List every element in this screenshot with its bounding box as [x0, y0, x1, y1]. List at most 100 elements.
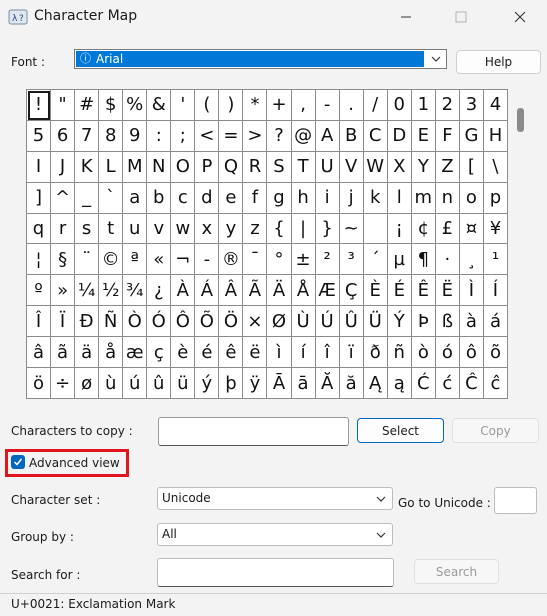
character-cell[interactable]: ć [435, 368, 460, 399]
character-cell[interactable]: ¤ [459, 213, 484, 245]
character-cell[interactable]: ° [267, 244, 292, 276]
character-cell[interactable]: n [435, 182, 460, 214]
character-cell[interactable]: ú [123, 368, 148, 399]
character-cell[interactable]: Ñ [99, 306, 124, 338]
character-cell[interactable]: à [459, 306, 484, 338]
character-cell[interactable]: ) [219, 90, 244, 121]
character-cell[interactable]: X [387, 151, 412, 183]
character-cell[interactable]: 3 [459, 90, 484, 121]
character-cell[interactable]: þ [219, 368, 244, 399]
character-cell[interactable]: > [243, 120, 268, 152]
character-cell[interactable]: ? [267, 120, 292, 152]
character-cell[interactable]: m [411, 182, 436, 214]
character-cell[interactable]: + [267, 90, 292, 121]
character-cell[interactable]: Ô [171, 306, 196, 338]
character-cell[interactable]: & [147, 90, 172, 121]
character-cell[interactable]: U [315, 151, 340, 183]
character-cell[interactable]: é [195, 337, 220, 369]
character-cell[interactable]: æ [123, 337, 148, 369]
character-cell[interactable]: ç [147, 337, 172, 369]
character-cell[interactable]: õ [483, 337, 508, 369]
character-cell[interactable]: s [75, 213, 100, 245]
character-cell[interactable]: Ç [339, 275, 364, 307]
character-cell[interactable]: j [339, 182, 364, 214]
character-cell[interactable]: ï [339, 337, 364, 369]
character-cell[interactable]: Û [339, 306, 364, 338]
character-cell[interactable]: 9 [123, 120, 148, 152]
character-cell[interactable]: Q [219, 151, 244, 183]
character-cell[interactable]: ā [291, 368, 316, 399]
close-button[interactable] [497, 0, 543, 34]
character-cell[interactable]: ¥ [483, 213, 508, 245]
character-cell[interactable]: ÷ [51, 368, 76, 399]
character-cell[interactable]: b [147, 182, 172, 214]
character-cell[interactable]: q [27, 213, 52, 245]
character-cell[interactable]: Ã [243, 275, 268, 307]
character-cell[interactable]: L [99, 151, 124, 183]
character-cell[interactable]: © [99, 244, 124, 276]
character-cell[interactable]: ¿ [147, 275, 172, 307]
character-cell[interactable]: ó [435, 337, 460, 369]
font-select[interactable]: ⓘ Arial [74, 49, 447, 69]
character-cell[interactable]: M [123, 151, 148, 183]
character-cell[interactable]: Ò [123, 306, 148, 338]
character-cell[interactable]: « [147, 244, 172, 276]
character-cell[interactable]: R [243, 151, 268, 183]
character-cell[interactable]: Â [219, 275, 244, 307]
character-cell[interactable]: ù [99, 368, 124, 399]
character-cell[interactable]: ö [27, 368, 52, 399]
character-cell[interactable]: y [219, 213, 244, 245]
group-by-select[interactable]: All [157, 523, 393, 546]
help-button[interactable]: Help [456, 50, 541, 74]
character-set-select[interactable]: Unicode [157, 487, 393, 510]
character-cell[interactable]: Ä [267, 275, 292, 307]
character-cell[interactable]: á [483, 306, 508, 338]
character-cell[interactable]: Y [411, 151, 436, 183]
character-cell[interactable]: ¡ [387, 213, 412, 245]
character-cell[interactable]: ½ [99, 275, 124, 307]
character-cell[interactable]: r [51, 213, 76, 245]
character-cell[interactable]: µ [387, 244, 412, 276]
character-cell[interactable]: Õ [195, 306, 220, 338]
character-cell[interactable]: ã [51, 337, 76, 369]
character-cell[interactable]: $ [99, 90, 124, 121]
character-cell[interactable]: Î [27, 306, 52, 338]
character-cell[interactable]: _ [75, 182, 100, 214]
copy-button[interactable]: Copy [452, 418, 539, 443]
character-cell[interactable]: Ó [147, 306, 172, 338]
character-cell[interactable]: A [315, 120, 340, 152]
character-cell[interactable]: K [75, 151, 100, 183]
character-cell[interactable]: u [123, 213, 148, 245]
character-cell[interactable]: Þ [411, 306, 436, 338]
go-to-unicode-input[interactable] [494, 487, 537, 514]
character-cell[interactable]: ^ [51, 182, 76, 214]
character-cell[interactable]: » [51, 275, 76, 307]
character-cell[interactable]: ò [411, 337, 436, 369]
character-cell[interactable]: o [459, 182, 484, 214]
character-cell[interactable]: Ü [363, 306, 388, 338]
character-cell[interactable]: ± [291, 244, 316, 276]
character-cell[interactable]: ô [459, 337, 484, 369]
character-cell[interactable]: G [459, 120, 484, 152]
character-cell[interactable]: e [219, 182, 244, 214]
scrollbar-thumb[interactable] [517, 108, 524, 132]
character-cell[interactable]: û [147, 368, 172, 399]
character-cell[interactable]: ! [27, 90, 52, 121]
character-cell[interactable]: S [267, 151, 292, 183]
character-cell[interactable]: Ý [387, 306, 412, 338]
character-cell[interactable]: d [195, 182, 220, 214]
character-cell[interactable]: ë [243, 337, 268, 369]
character-cell[interactable]: ì [267, 337, 292, 369]
character-cell[interactable]: ¾ [123, 275, 148, 307]
character-cell[interactable]: Ć [411, 368, 436, 399]
character-cell[interactable]: k [363, 182, 388, 214]
character-cell[interactable]: ê [219, 337, 244, 369]
select-button[interactable]: Select [357, 418, 444, 443]
character-cell[interactable]: Ö [219, 306, 244, 338]
character-cell[interactable]: ¯ [243, 244, 268, 276]
character-cell[interactable]: É [387, 275, 412, 307]
character-cell[interactable]: } [315, 213, 340, 245]
character-cell[interactable]: Ú [315, 306, 340, 338]
minimize-button[interactable] [383, 0, 429, 34]
advanced-view-checkbox[interactable] [11, 455, 25, 469]
